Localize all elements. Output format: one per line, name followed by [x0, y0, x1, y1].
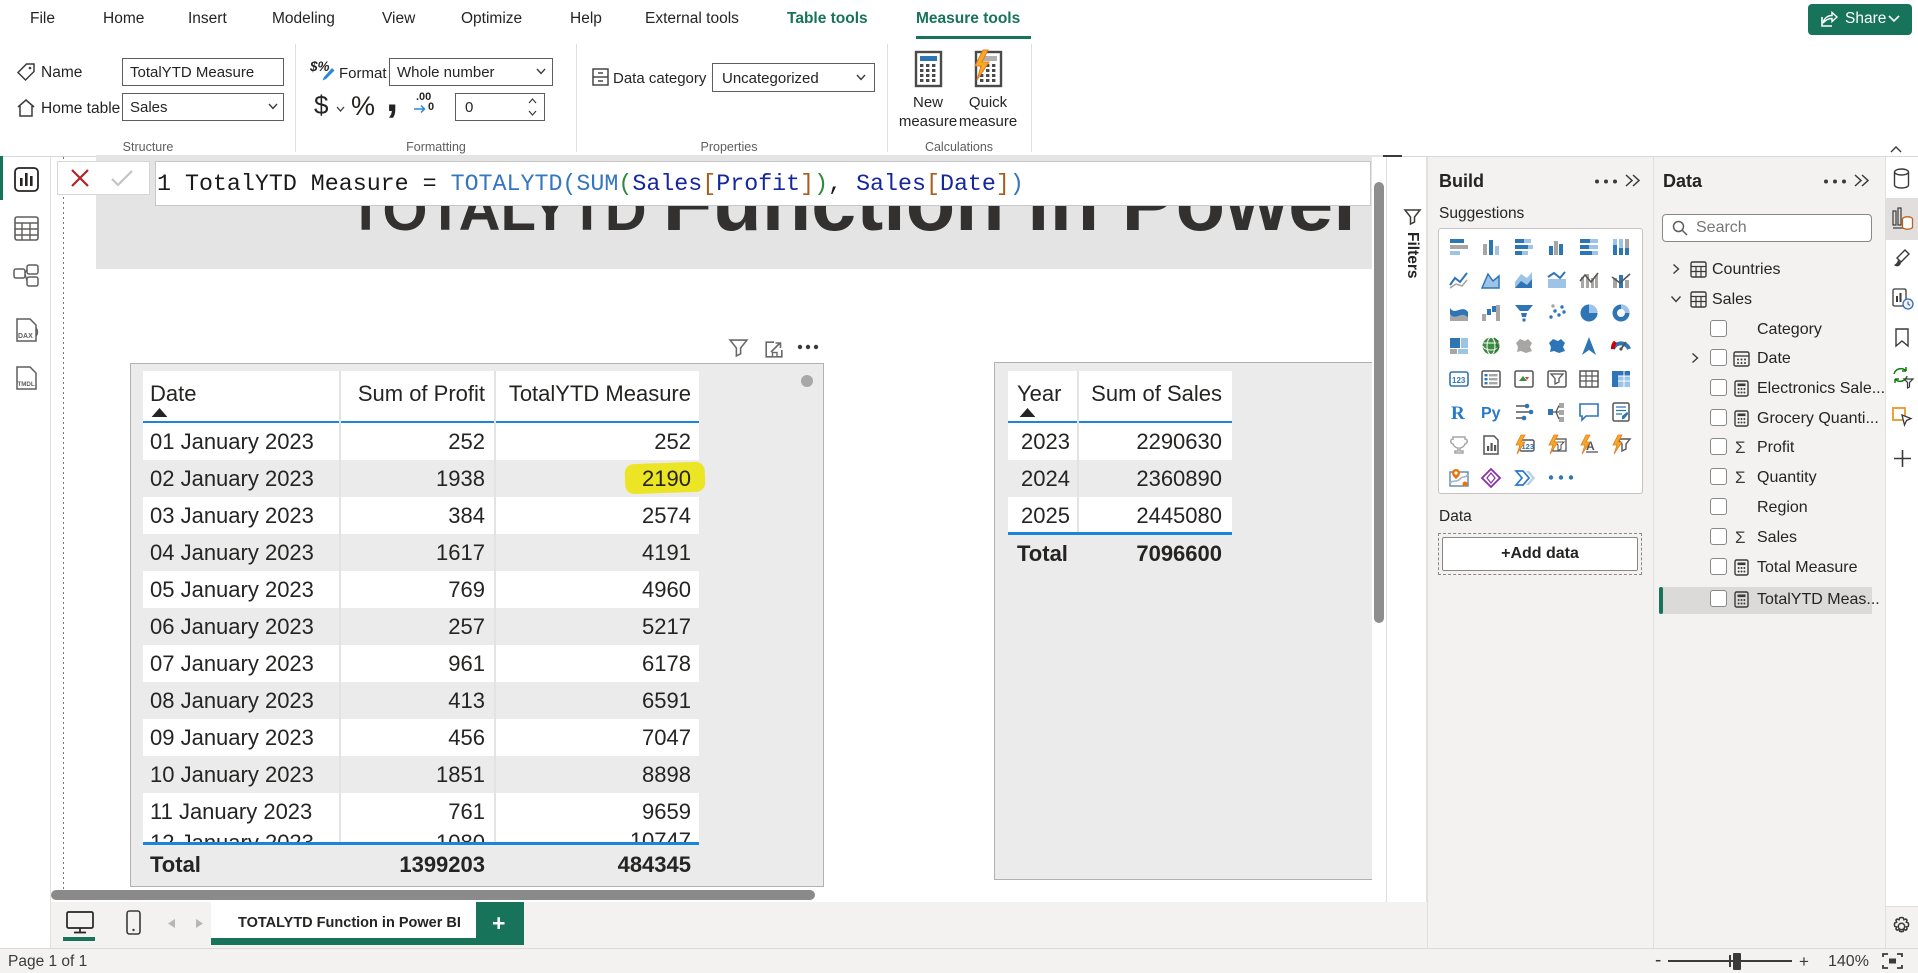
svg-text:123: 123: [1452, 376, 1466, 385]
svg-text:DAX: DAX: [18, 333, 33, 340]
svg-text:TMDL: TMDL: [18, 381, 35, 388]
svg-text:Py: Py: [1481, 405, 1501, 422]
svg-text:R: R: [1451, 403, 1465, 424]
